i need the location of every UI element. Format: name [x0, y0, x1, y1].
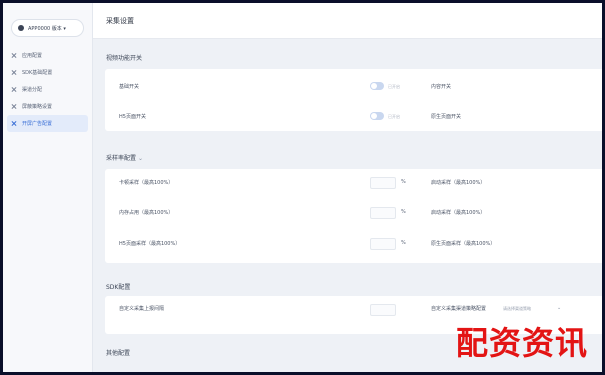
menu-icon [11, 121, 17, 127]
section-title-switches: 视频功能开关 [106, 55, 143, 62]
native-sampling-label: 原生页面采样（最高100%） [431, 241, 496, 247]
native-switch-label: 原生页面开关 [431, 114, 462, 120]
watermark-text: 配资资讯 [455, 324, 588, 362]
switches-panel: 基础开关 已开启 内容开关 H5页面开关 已开启 原生页面开关 [105, 69, 602, 131]
section-title-sdk: SDK配置 [106, 284, 131, 291]
percent-unit: % [401, 209, 406, 215]
app-window: APP0000 版本 ▾ 应用配置 SDK基础配置 渠道分配 屏蔽策略设置 开屏… [3, 3, 602, 372]
startup-sampling-label-2: 启动采样（最高100%） [431, 210, 486, 216]
h5-switch-label: H5页面开关 [119, 114, 146, 120]
report-interval-label: 自定义采集上报间隔 [119, 306, 165, 312]
report-interval-input[interactable] [370, 304, 396, 316]
page-header: 采集设置 [93, 3, 602, 39]
menu-icon [11, 104, 17, 110]
h5-sampling-input[interactable] [370, 238, 396, 250]
sidebar: APP0000 版本 ▾ 应用配置 SDK基础配置 渠道分配 屏蔽策略设置 开屏… [3, 3, 93, 372]
memory-sampling-input[interactable] [370, 207, 396, 219]
section-title-rates: 采样率配置 ⌄ [106, 153, 143, 162]
menu-icon [11, 87, 17, 93]
sidebar-item-label: 开屏广告配置 [22, 121, 53, 127]
sidebar-item-splash-config[interactable]: 开屏广告配置 [7, 115, 88, 132]
basic-toggle-text: 已开启 [388, 84, 400, 89]
lag-sampling-input[interactable] [370, 177, 396, 189]
basic-toggle[interactable] [370, 82, 384, 90]
workspace-label: APP0000 版本 ▾ [28, 25, 66, 32]
h5-toggle-text: 已开启 [388, 114, 400, 119]
sidebar-nav: 应用配置 SDK基础配置 渠道分配 屏蔽策略设置 开屏广告配置 [3, 47, 92, 132]
channel-policy-select[interactable]: 请选择渠道策略 [503, 306, 531, 312]
sidebar-item-app-config[interactable]: 应用配置 [3, 47, 92, 64]
page-title: 采集设置 [106, 16, 134, 25]
basic-switch-label: 基础开关 [119, 84, 140, 90]
memory-sampling-label: 内存占用（最高100%） [119, 210, 174, 216]
sidebar-item-sdk-config[interactable]: SDK基础配置 [3, 64, 92, 81]
h5-toggle[interactable] [370, 112, 384, 120]
chevron-down-icon[interactable]: ⌄ [138, 155, 143, 162]
sidebar-item-label: SDK基础配置 [22, 70, 53, 76]
percent-unit: % [401, 240, 406, 246]
sidebar-item-label: 屏蔽策略设置 [22, 104, 53, 110]
startup-sampling-label: 启动采样（最高100%） [431, 180, 486, 186]
workspace-icon [18, 25, 24, 31]
section-title-other: 其他配置 [106, 350, 131, 357]
workspace-switcher[interactable]: APP0000 版本 ▾ [11, 19, 84, 37]
lag-sampling-label: 卡顿采样（最高100%） [119, 180, 174, 186]
rates-title-text: 采样率配置 [106, 155, 137, 162]
menu-icon [11, 70, 17, 76]
sidebar-item-block-policy[interactable]: 屏蔽策略设置 [3, 98, 92, 115]
sidebar-item-channel[interactable]: 渠道分配 [3, 81, 92, 98]
chevron-down-icon: ⌄ [557, 305, 562, 311]
menu-icon [11, 53, 17, 59]
sidebar-item-label: 应用配置 [22, 53, 43, 59]
main-content: 采集设置 视频功能开关 基础开关 已开启 内容开关 H5页面开关 已开启 原生页… [93, 3, 602, 372]
channel-policy-label: 自定义采集渠道策略配置 [431, 306, 487, 312]
percent-unit: % [401, 179, 406, 185]
h5-sampling-label: H5页面采样（最高100%） [119, 241, 181, 247]
sidebar-item-label: 渠道分配 [22, 87, 43, 93]
rates-panel: 卡顿采样（最高100%） % 启动采样（最高100%） 内存占用（最高100%）… [105, 169, 602, 263]
content-switch-label: 内容开关 [431, 84, 452, 90]
